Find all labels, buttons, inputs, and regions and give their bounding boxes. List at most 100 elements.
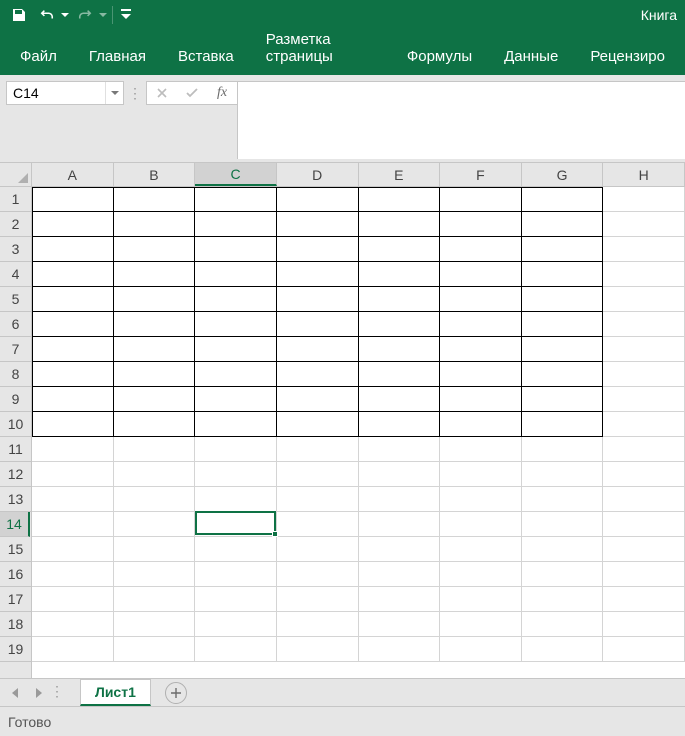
cell[interactable]	[522, 312, 604, 337]
cell[interactable]	[359, 537, 441, 562]
cell[interactable]	[114, 362, 196, 387]
row-header[interactable]: 3	[0, 237, 31, 262]
row-header[interactable]: 19	[0, 637, 31, 662]
cell[interactable]	[195, 262, 277, 287]
cell[interactable]	[277, 637, 359, 662]
cell[interactable]	[195, 562, 277, 587]
column-header[interactable]: G	[522, 163, 604, 186]
cell[interactable]	[440, 612, 522, 637]
cell[interactable]	[522, 287, 604, 312]
redo-dropdown[interactable]	[98, 11, 108, 19]
cell[interactable]	[603, 437, 685, 462]
cell[interactable]	[114, 587, 196, 612]
cell[interactable]	[32, 612, 114, 637]
cell[interactable]	[277, 612, 359, 637]
cell[interactable]	[359, 287, 441, 312]
cell[interactable]	[195, 512, 277, 537]
tab-review[interactable]: Рецензиро	[574, 38, 681, 75]
cell[interactable]	[195, 212, 277, 237]
cell[interactable]	[603, 337, 685, 362]
cell[interactable]	[114, 487, 196, 512]
row-header[interactable]: 16	[0, 562, 31, 587]
cell[interactable]	[603, 612, 685, 637]
cell[interactable]	[522, 212, 604, 237]
sheet-next-button[interactable]	[28, 683, 48, 703]
tab-data[interactable]: Данные	[488, 38, 574, 75]
row-header[interactable]: 18	[0, 612, 31, 637]
cell[interactable]	[603, 462, 685, 487]
cell[interactable]	[32, 412, 114, 437]
cell[interactable]	[277, 487, 359, 512]
cell[interactable]	[195, 462, 277, 487]
cell[interactable]	[32, 587, 114, 612]
cell[interactable]	[522, 387, 604, 412]
cell[interactable]	[32, 212, 114, 237]
cell[interactable]	[32, 312, 114, 337]
cell[interactable]	[359, 362, 441, 387]
cell[interactable]	[32, 487, 114, 512]
row-header[interactable]: 5	[0, 287, 31, 312]
row-header[interactable]: 17	[0, 587, 31, 612]
tab-home[interactable]: Главная	[73, 38, 162, 75]
cell[interactable]	[32, 462, 114, 487]
row-header[interactable]: 2	[0, 212, 31, 237]
cell[interactable]	[359, 462, 441, 487]
column-header[interactable]: E	[359, 163, 441, 186]
cell[interactable]	[277, 262, 359, 287]
cell[interactable]	[522, 337, 604, 362]
cell[interactable]	[114, 512, 196, 537]
cell[interactable]	[195, 587, 277, 612]
cell[interactable]	[440, 387, 522, 412]
redo-button[interactable]	[72, 2, 98, 28]
row-header[interactable]: 11	[0, 437, 31, 462]
cell[interactable]	[277, 537, 359, 562]
cell[interactable]	[603, 637, 685, 662]
insert-function-button[interactable]: fx	[207, 85, 237, 101]
name-box-dropdown[interactable]	[105, 82, 123, 104]
cell[interactable]	[114, 187, 196, 212]
cell[interactable]	[32, 337, 114, 362]
cell[interactable]	[277, 512, 359, 537]
cell[interactable]	[522, 437, 604, 462]
cell[interactable]	[114, 612, 196, 637]
cell[interactable]	[277, 187, 359, 212]
cell[interactable]	[114, 562, 196, 587]
cell[interactable]	[195, 312, 277, 337]
cell[interactable]	[114, 237, 196, 262]
cell[interactable]	[359, 612, 441, 637]
cell[interactable]	[603, 312, 685, 337]
cell[interactable]	[603, 262, 685, 287]
sheet-menu-button[interactable]: ⋮	[50, 683, 64, 703]
cell[interactable]	[522, 462, 604, 487]
cell[interactable]	[114, 337, 196, 362]
cell[interactable]	[522, 612, 604, 637]
row-header[interactable]: 10	[0, 412, 31, 437]
cell[interactable]	[440, 512, 522, 537]
column-header[interactable]: B	[114, 163, 196, 186]
cell[interactable]	[32, 637, 114, 662]
cell[interactable]	[277, 312, 359, 337]
cell[interactable]	[522, 637, 604, 662]
cell[interactable]	[603, 537, 685, 562]
row-header[interactable]: 7	[0, 337, 31, 362]
row-header[interactable]: 9	[0, 387, 31, 412]
cell[interactable]	[114, 437, 196, 462]
column-header[interactable]: D	[277, 163, 359, 186]
cell[interactable]	[359, 562, 441, 587]
row-header[interactable]: 1	[0, 187, 31, 212]
row-header[interactable]: 13	[0, 487, 31, 512]
cell[interactable]	[522, 262, 604, 287]
cell[interactable]	[114, 387, 196, 412]
cell[interactable]	[440, 537, 522, 562]
cell[interactable]	[195, 412, 277, 437]
save-button[interactable]	[6, 2, 32, 28]
cell[interactable]	[359, 312, 441, 337]
enter-formula-button[interactable]	[177, 82, 207, 104]
cell[interactable]	[603, 237, 685, 262]
cell[interactable]	[359, 512, 441, 537]
cell[interactable]	[32, 512, 114, 537]
cell[interactable]	[440, 312, 522, 337]
tab-insert[interactable]: Вставка	[162, 38, 250, 75]
cell[interactable]	[32, 287, 114, 312]
cell[interactable]	[359, 387, 441, 412]
